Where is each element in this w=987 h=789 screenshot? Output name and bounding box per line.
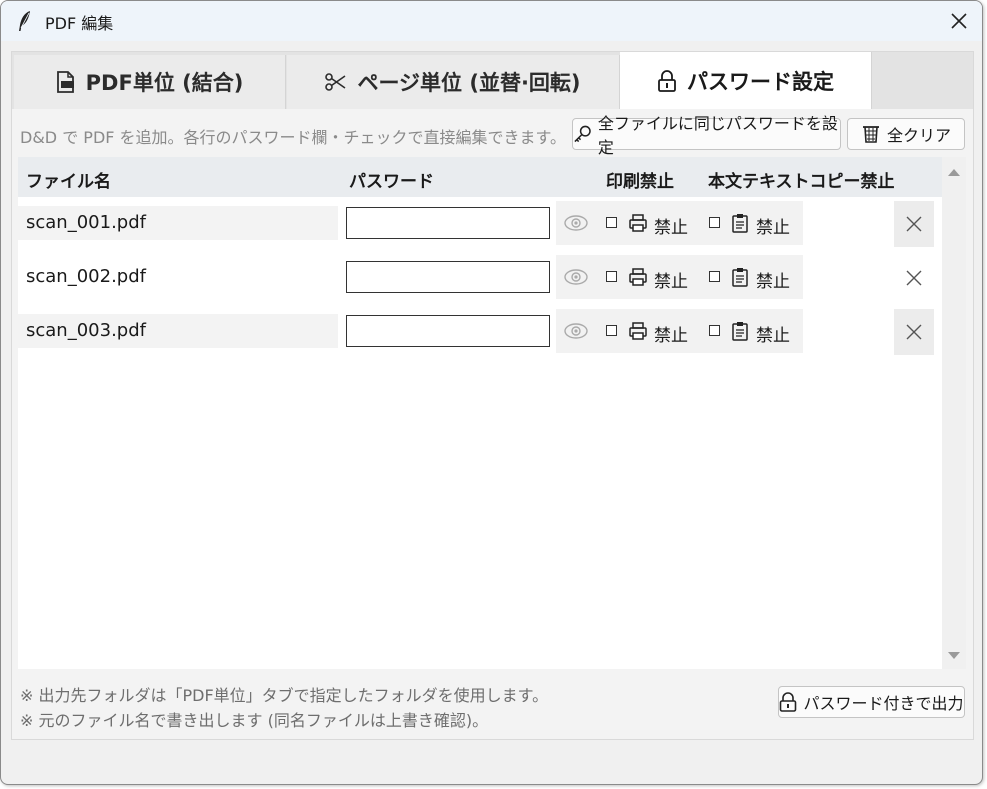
tab-pdf-merge[interactable]: PDF単位 (結合) (14, 55, 286, 109)
filename-cell: scan_002.pdf (26, 266, 146, 287)
table-row: scan_003.pdf 禁止 禁止 (18, 309, 942, 355)
tab-page-reorder[interactable]: ページ単位 (並替·回転) (287, 55, 620, 109)
close-icon (951, 13, 967, 29)
copy-ban-checkbox[interactable] (709, 217, 720, 228)
feather-icon (19, 11, 30, 31)
filename-cell: scan_003.pdf (18, 314, 338, 348)
printer-icon (629, 214, 647, 232)
close-icon (906, 324, 922, 340)
close-icon (906, 270, 922, 286)
clipboard-icon (732, 268, 748, 287)
eye-icon (564, 269, 588, 285)
eye-icon (564, 323, 588, 339)
password-input[interactable] (346, 207, 550, 239)
main-panel: PDF単位 (結合) ページ単位 (並替·回転) パスワード設定 D&D で P… (11, 51, 974, 740)
app-window: PDF 編集 PDF単位 (結合) ページ単位 (並替·回転) パスワード設定 … (0, 0, 983, 785)
print-ban-checkbox[interactable] (606, 217, 617, 228)
clipboard-icon (732, 214, 748, 233)
print-ban-label: 禁止 (654, 218, 688, 238)
key-icon (574, 125, 591, 143)
close-button[interactable] (936, 1, 982, 41)
export-label: パスワード付きで出力 (803, 694, 964, 713)
set-same-password-label: 全ファイルに同じパスワードを設定 (597, 114, 838, 157)
copy-ban-label: 禁止 (756, 272, 790, 292)
window-title: PDF 編集 (45, 14, 114, 33)
table-row: scan_001.pdf 禁止 禁止 (18, 201, 942, 247)
lock-icon (657, 69, 677, 92)
clipboard-icon (732, 322, 748, 341)
print-ban-label: 禁止 (654, 326, 688, 346)
permission-flags: 禁止 禁止 (596, 255, 803, 299)
tab-label: PDF単位 (結合) (85, 71, 244, 95)
set-same-password-button[interactable]: 全ファイルに同じパスワードを設定 (572, 114, 841, 157)
trash-icon (862, 126, 879, 143)
remove-row-button[interactable] (894, 201, 934, 247)
print-ban-label: 禁止 (654, 272, 688, 292)
header-copy-ban: 本文テキストコピー禁止 (708, 172, 895, 192)
table-header: ファイル名 パスワード 印刷禁止 本文テキストコピー禁止 (18, 157, 942, 197)
permission-flags: 禁止 禁止 (596, 309, 803, 353)
show-password-button[interactable] (556, 255, 596, 299)
eye-icon (564, 215, 588, 231)
remove-row-button[interactable] (894, 309, 934, 355)
password-input[interactable] (346, 315, 550, 347)
output-folder-note: ※ 出力先フォルダは「PDF単位」タブで指定したフォルダを使用します。 (20, 686, 549, 705)
header-filename: ファイル名 (26, 172, 111, 192)
table-row: scan_002.pdf 禁止 禁止 (18, 255, 942, 299)
printer-icon (629, 268, 647, 286)
clear-all-label: 全クリア (886, 126, 951, 145)
close-icon (906, 216, 922, 232)
show-password-button[interactable] (556, 309, 596, 353)
tab-password-settings[interactable]: パスワード設定 (620, 52, 872, 109)
clear-all-button[interactable]: 全クリア (847, 118, 965, 150)
file-table: ファイル名 パスワード 印刷禁止 本文テキストコピー禁止 scan_001.pd… (18, 157, 942, 669)
header-password: パスワード (349, 172, 434, 192)
drag-drop-hint: D&D で PDF を追加。各行のパスワード欄・チェックで直接編集できます。 (20, 128, 566, 147)
copy-ban-label: 禁止 (756, 326, 790, 346)
copy-ban-checkbox[interactable] (709, 325, 720, 336)
tab-label: パスワード設定 (687, 69, 834, 94)
print-ban-checkbox[interactable] (606, 271, 617, 282)
print-ban-checkbox[interactable] (606, 325, 617, 336)
scissors-icon (325, 73, 347, 91)
tab-label: ページ単位 (並替·回転) (357, 71, 581, 95)
pdf-file-icon (56, 71, 76, 93)
title-bar: PDF 編集 (1, 1, 982, 41)
export-with-password-button[interactable]: パスワード付きで出力 (778, 686, 965, 718)
table-scrollbar[interactable] (942, 157, 966, 669)
password-input[interactable] (346, 261, 550, 293)
tab-bar: PDF単位 (結合) ページ単位 (並替·回転) パスワード設定 (12, 52, 973, 109)
printer-icon (629, 322, 647, 340)
header-print-ban: 印刷禁止 (606, 172, 674, 192)
show-password-button[interactable] (556, 201, 596, 245)
scroll-up-icon[interactable] (948, 169, 960, 176)
filename-note: ※ 元のファイル名で書き出します (同名ファイルは上書き確認)。 (20, 711, 489, 730)
scroll-down-icon[interactable] (948, 652, 960, 659)
copy-ban-label: 禁止 (756, 218, 790, 238)
lock-icon (780, 692, 797, 712)
copy-ban-checkbox[interactable] (709, 271, 720, 282)
remove-row-button[interactable] (894, 255, 934, 301)
filename-cell: scan_001.pdf (18, 206, 338, 240)
permission-flags: 禁止 禁止 (596, 201, 803, 245)
